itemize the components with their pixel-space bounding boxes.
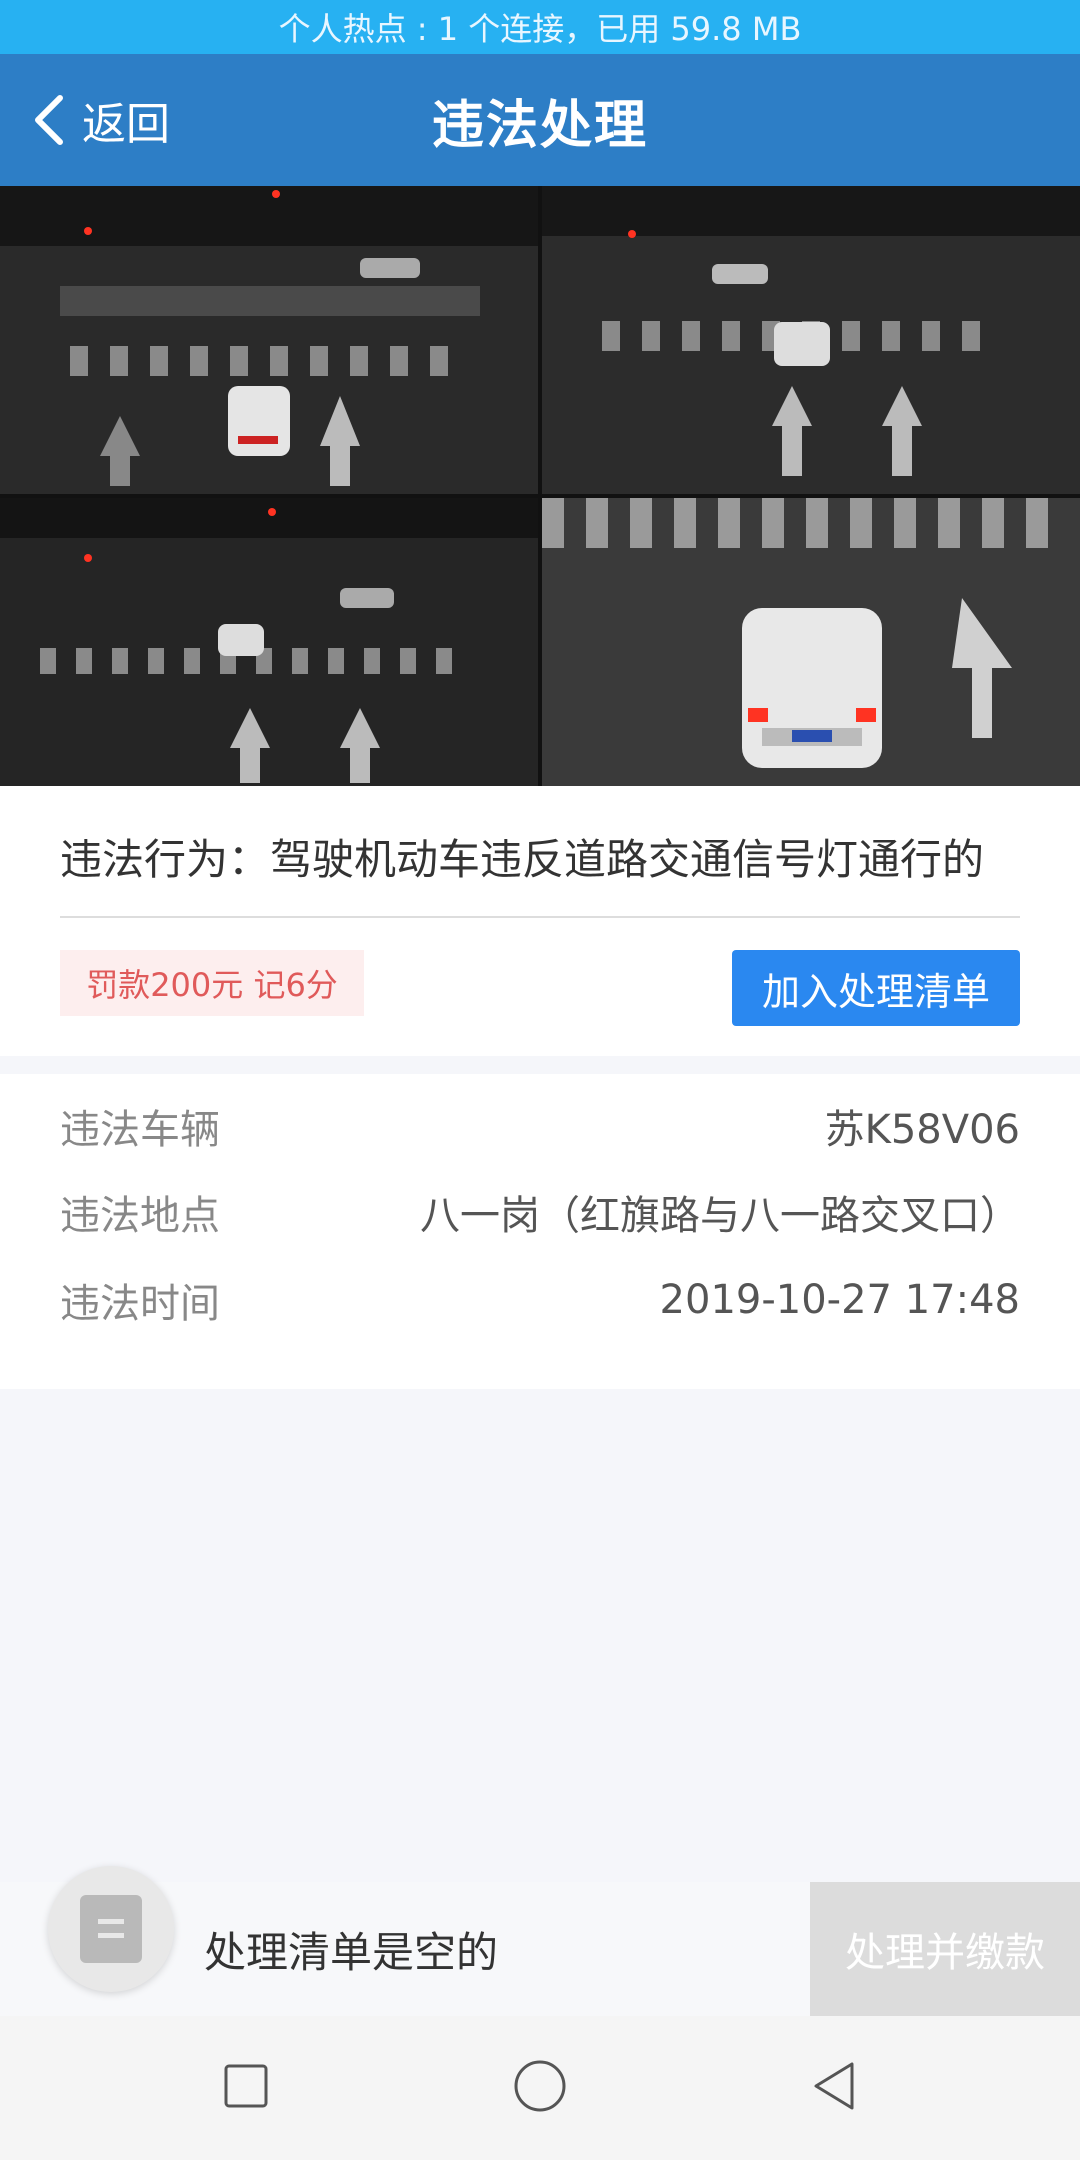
page-title: 违法处理: [431, 95, 648, 156]
violation-photo-grid: [0, 186, 1080, 786]
status-bar: 个人热点 : 1 个连接，已用 59.8 MB: [0, 0, 1080, 54]
triangle-back-icon[interactable]: [804, 2056, 864, 2116]
detail-value: 苏K58V06: [824, 1107, 1020, 1153]
empty-list-text: 处理清单是空的: [204, 1927, 499, 1977]
violation-details-card: 违法车辆 苏K58V06 违法地点 八一岗（红旗路与八一路交叉口） 违法时间 2…: [0, 1074, 1080, 1389]
detail-row-time: 违法时间 2019-10-27 17:48: [60, 1270, 1020, 1330]
detail-row-location: 违法地点 八一岗（红旗路与八一路交叉口）: [60, 1182, 1020, 1242]
detail-row-vehicle: 违法车辆 苏K58V06: [60, 1096, 1020, 1156]
list-icon-glyph: [80, 1895, 142, 1963]
violation-photo-2[interactable]: [542, 186, 1080, 494]
add-to-list-button[interactable]: 加入处理清单: [732, 950, 1020, 1026]
detail-label: 违法车辆: [60, 1107, 220, 1153]
divider: [60, 916, 1020, 918]
list-icon[interactable]: [48, 1866, 174, 1992]
violation-photo-1[interactable]: [0, 186, 538, 494]
detail-value: 2019-10-27 17:48: [659, 1277, 1020, 1323]
detail-label: 违法时间: [60, 1281, 220, 1327]
violation-photo-4[interactable]: [542, 498, 1080, 786]
violation-behavior: 违法行为：驾驶机动车违反道路交通信号灯通行的: [60, 835, 985, 884]
violation-summary-card: 违法行为：驾驶机动车违反道路交通信号灯通行的 罚款200元 记6分 加入处理清单: [0, 786, 1080, 1056]
hotspot-status-text: 个人热点 : 1 个连接，已用 59.8 MB: [278, 10, 802, 48]
app-header: 返回 违法处理: [0, 54, 1080, 186]
circle-icon[interactable]: [510, 2056, 570, 2116]
detail-value: 八一岗（红旗路与八一路交叉口）: [420, 1193, 1020, 1239]
violation-photo-3[interactable]: [0, 498, 538, 786]
detail-label: 违法地点: [60, 1193, 220, 1239]
system-nav-bar: [0, 2016, 1080, 2160]
square-icon[interactable]: [216, 2056, 276, 2116]
process-and-pay-button[interactable]: 处理并缴款: [810, 1882, 1080, 2016]
penalty-badge: 罚款200元 记6分: [60, 950, 364, 1016]
